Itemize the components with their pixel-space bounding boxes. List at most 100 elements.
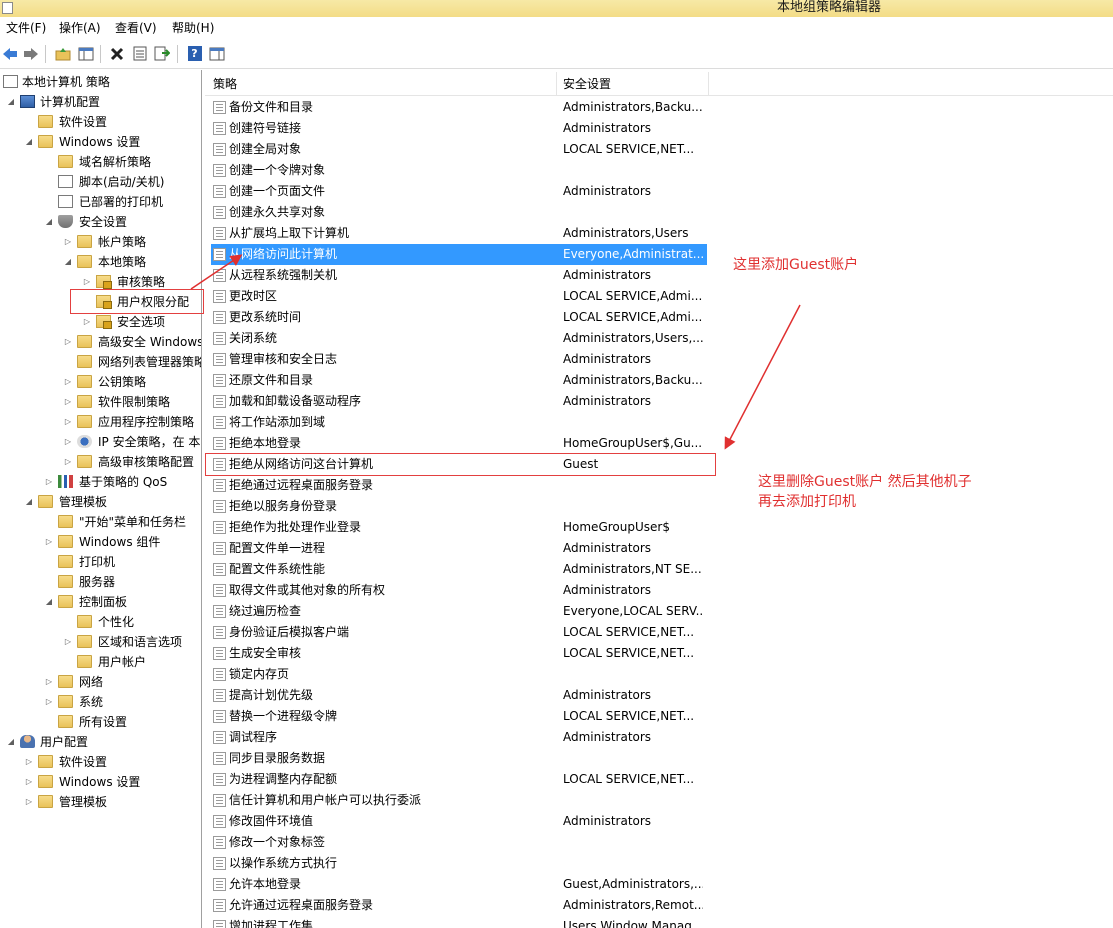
table-row[interactable]: 拒绝作为批处理作业登录 HomeGroupUser$ [205,517,1113,538]
expand-arrow-icon[interactable]: ▷ [63,392,73,412]
export-list-icon[interactable] [153,45,170,62]
menu-help[interactable]: 帮助(H) [172,21,214,35]
expand-arrow-icon[interactable]: ▷ [63,372,73,392]
table-row[interactable]: 拒绝以服务身份登录 [205,496,1113,517]
expand-arrow-icon[interactable]: ▷ [63,232,73,252]
menu-view[interactable]: 查看(V) [115,21,157,35]
back-arrow-icon[interactable] [1,45,18,62]
expand-arrow-icon[interactable]: ▷ [82,272,92,292]
expand-arrow-icon[interactable]: ▷ [44,692,54,712]
menu-bar: 文件(F) 操作(A) 查看(V) 帮助(H) [0,17,1113,39]
expand-arrow-icon[interactable]: ▷ [63,432,73,452]
expand-arrow-icon[interactable]: ▷ [82,312,92,332]
table-row[interactable]: 信任计算机和用户帐户可以执行委派 [205,790,1113,811]
table-row[interactable]: 更改系统时间 LOCAL SERVICE,Admi... [205,307,1113,328]
table-row[interactable]: 创建一个令牌对象 [205,160,1113,181]
policy-item-icon [213,437,226,450]
expand-arrow-icon[interactable]: ▷ [24,752,34,772]
policy-list[interactable]: ^ 策略 安全设置 备份文件和目录 Administrators,Backu...… [205,70,1113,928]
table-row[interactable]: 从远程系统强制关机 Administrators [205,265,1113,286]
expand-arrow-icon[interactable]: ▷ [44,472,54,492]
column-divider[interactable] [556,72,557,96]
table-row[interactable]: 创建永久共享对象 [205,202,1113,223]
folder-icon [77,635,92,648]
help-icon[interactable]: ? [186,45,203,62]
table-row[interactable]: 锁定内存页 [205,664,1113,685]
folder-icon [58,555,73,568]
table-row[interactable]: 调试程序 Administrators [205,727,1113,748]
table-row[interactable]: 管理审核和安全日志 Administrators [205,349,1113,370]
collapse-arrow-icon[interactable]: ◢ [6,732,16,752]
table-row[interactable]: 将工作站添加到域 [205,412,1113,433]
table-row[interactable]: 加载和卸载设备驱动程序 Administrators [205,391,1113,412]
expand-arrow-icon[interactable]: ▷ [63,632,73,652]
table-row[interactable]: 创建全局对象 LOCAL SERVICE,NET... [205,139,1113,160]
table-row[interactable]: 绕过遍历检查 Everyone,LOCAL SERV... [205,601,1113,622]
policy-name: 创建一个页面文件 [229,184,326,198]
table-row[interactable]: 取得文件或其他对象的所有权 Administrators [205,580,1113,601]
policy-name: 从远程系统强制关机 [229,268,338,282]
forward-arrow-icon[interactable] [22,45,39,62]
policy-name: 创建一个令牌对象 [229,163,326,177]
policy-name: 以操作系统方式执行 [229,856,338,870]
table-row[interactable]: 关闭系统 Administrators,Users,... [205,328,1113,349]
security-setting-value: Administrators [563,688,652,702]
table-row[interactable]: 以操作系统方式执行 [205,853,1113,874]
table-row[interactable]: 修改一个对象标签 [205,832,1113,853]
table-row[interactable]: 创建符号链接 Administrators [205,118,1113,139]
menu-action[interactable]: 操作(A) [59,21,101,35]
expand-arrow-icon[interactable]: ▷ [44,672,54,692]
table-row[interactable]: 增加进程工作集 Users,Window Manag... [205,916,1113,928]
folder-icon [77,375,92,388]
table-row[interactable]: 配置文件系统性能 Administrators,NT SE... [205,559,1113,580]
table-row[interactable]: 同步目录服务数据 [205,748,1113,769]
table-row[interactable]: 允许通过远程桌面服务登录 Administrators,Remot... [205,895,1113,916]
table-row[interactable]: 允许本地登录 Guest,Administrators,... [205,874,1113,895]
title-bar: 本地组策略编辑器 [0,0,1113,17]
table-row[interactable]: 配置文件单一进程 Administrators [205,538,1113,559]
table-row[interactable]: 更改时区 LOCAL SERVICE,Admi... [205,286,1113,307]
table-row[interactable]: 创建一个页面文件 Administrators [205,181,1113,202]
table-row[interactable]: 提高计划优先级 Administrators [205,685,1113,706]
expand-arrow-icon[interactable]: ▷ [63,332,73,352]
show-hide-action-pane-icon[interactable] [208,45,225,62]
policy-name: 允许本地登录 [229,877,302,891]
collapse-arrow-icon[interactable]: ◢ [24,132,34,152]
column-header-security[interactable]: 安全设置 [563,70,611,96]
security-setting-value: HomeGroupUser$ [563,520,670,534]
security-setting-value: Administrators,Backu... [563,100,703,114]
column-header-policy[interactable]: 策略 [213,70,237,96]
properties-icon[interactable] [131,45,148,62]
show-hide-tree-icon[interactable] [77,45,94,62]
delete-icon[interactable] [108,45,125,62]
table-row[interactable]: 拒绝从网络访问这台计算机 Guest [205,454,1113,475]
locked-folder-icon [96,295,112,309]
table-row[interactable]: 拒绝本地登录 HomeGroupUser$,Gu... [205,433,1113,454]
table-row[interactable]: 还原文件和目录 Administrators,Backu... [205,370,1113,391]
collapse-arrow-icon[interactable]: ◢ [63,252,73,272]
table-row[interactable]: 从扩展坞上取下计算机 Administrators,Users [205,223,1113,244]
table-row[interactable]: 修改固件环境值 Administrators [205,811,1113,832]
tree-pane[interactable]: 本地计算机 策略 ◢ 计算机配置 软件设置 ◢ Windows 设置 域名解析策… [0,70,202,928]
table-row[interactable]: 替换一个进程级令牌 LOCAL SERVICE,NET... [205,706,1113,727]
folder-icon [38,135,53,148]
collapse-arrow-icon[interactable]: ◢ [44,212,54,232]
expand-arrow-icon[interactable]: ▷ [24,792,34,812]
expand-arrow-icon[interactable]: ▷ [63,412,73,432]
up-folder-icon[interactable] [54,45,71,62]
collapse-arrow-icon[interactable]: ◢ [24,492,34,512]
policy-doc-icon [3,75,18,88]
column-divider[interactable] [708,72,709,96]
table-row[interactable]: 备份文件和目录 Administrators,Backu... [205,97,1113,118]
collapse-arrow-icon[interactable]: ◢ [44,592,54,612]
table-row[interactable]: 为进程调整内存配额 LOCAL SERVICE,NET... [205,769,1113,790]
table-row[interactable]: 拒绝通过远程桌面服务登录 [205,475,1113,496]
table-row[interactable]: 生成安全审核 LOCAL SERVICE,NET... [205,643,1113,664]
table-row[interactable]: 从网络访问此计算机 Everyone,Administrat... [205,244,1113,265]
collapse-arrow-icon[interactable]: ◢ [6,92,16,112]
table-row[interactable]: 身份验证后模拟客户端 LOCAL SERVICE,NET... [205,622,1113,643]
expand-arrow-icon[interactable]: ▷ [24,772,34,792]
expand-arrow-icon[interactable]: ▷ [63,452,73,472]
expand-arrow-icon[interactable]: ▷ [44,532,54,552]
menu-file[interactable]: 文件(F) [6,21,46,35]
